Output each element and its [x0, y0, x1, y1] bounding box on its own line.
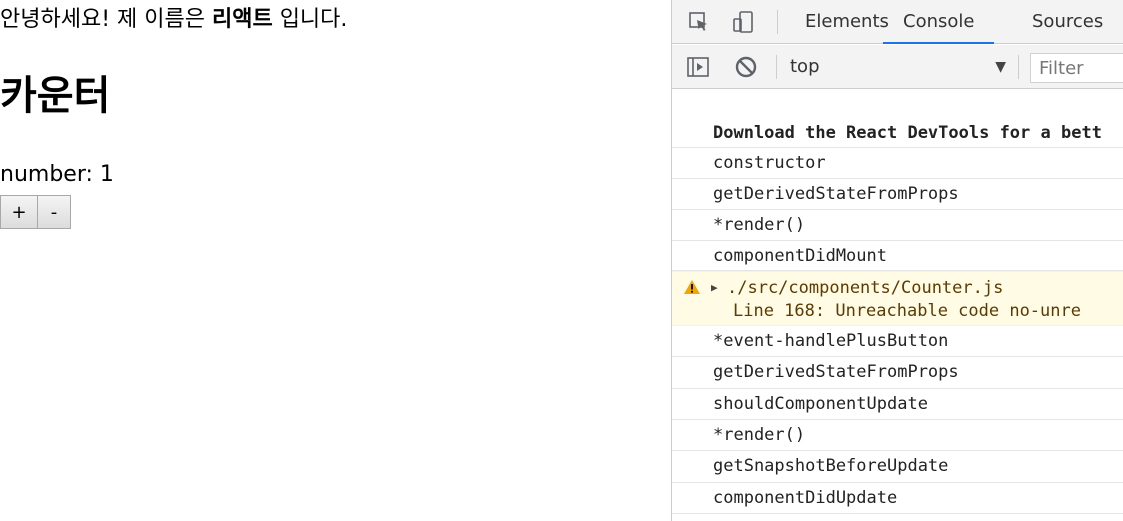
devtools-toolbar: Elements Console Sources — [672, 0, 1123, 44]
clear-console-icon[interactable] — [733, 54, 759, 80]
tab-console[interactable]: Console — [883, 0, 995, 44]
context-value: top — [790, 56, 820, 77]
console-filter-bar: top ▼ — [672, 45, 1123, 89]
console-message: *render() — [672, 420, 1123, 451]
greeting-prefix: 안녕하세요! 제 이름은 — [0, 7, 212, 32]
devtools-panel: Elements Console Sources top ▼ Download … — [671, 0, 1123, 521]
console-message: getDerivedStateFromProps — [672, 179, 1123, 210]
greeting-name: 리액트 — [211, 7, 273, 32]
show-sidebar-icon[interactable] — [685, 54, 711, 80]
console-message: componentDidMount — [672, 241, 1123, 271]
app-page: 안녕하세요! 제 이름은 리액트 입니다. 카운터 number: 1 + - — [0, 0, 671, 521]
console-message: componentDidUpdate — [672, 483, 1123, 514]
warning-file-path: ./src/components/Counter.js — [727, 278, 1004, 298]
console-message: getSnapshotBeforeUpdate — [672, 451, 1123, 483]
context-divider — [1018, 55, 1019, 79]
console-message: Download the React DevTools for a bett — [672, 120, 1123, 148]
number-display: number: 1 — [0, 160, 114, 190]
device-toolbar-icon[interactable] — [730, 9, 756, 35]
console-message: getDerivedStateFromProps — [672, 357, 1123, 389]
console-filter-input[interactable] — [1030, 53, 1123, 83]
console-message: *render() — [672, 210, 1123, 241]
tab-sources[interactable]: Sources — [1032, 0, 1103, 44]
greeting-suffix: 입니다. — [272, 7, 348, 32]
counter-title: 카운터 — [0, 73, 111, 119]
console-warning[interactable]: ▶ ./src/components/Counter.js Line 168: U… — [672, 271, 1123, 326]
plus-button[interactable]: + — [0, 195, 38, 229]
warning-detail: Line 168: Unreachable code no-unre — [733, 301, 1081, 321]
toolbar-divider — [777, 10, 778, 34]
console-message: constructor — [672, 148, 1123, 179]
console-message: *event-handlePlusButton — [672, 326, 1123, 357]
number-label: number: — [0, 162, 100, 187]
counter-buttons: + - — [0, 195, 71, 229]
console-message: shouldComponentUpdate — [672, 389, 1123, 420]
expand-triangle-icon[interactable]: ▶ — [711, 276, 727, 299]
filter-divider — [776, 55, 777, 79]
warning-icon — [683, 279, 701, 302]
minus-button[interactable]: - — [37, 195, 71, 229]
console-output: Download the React DevTools for a bett c… — [672, 90, 1123, 521]
number-value: 1 — [99, 162, 114, 187]
dropdown-caret-icon: ▼ — [995, 59, 1006, 75]
tab-elements[interactable]: Elements — [805, 0, 889, 44]
greeting-text: 안녕하세요! 제 이름은 리액트 입니다. — [0, 5, 347, 35]
context-selector[interactable]: top ▼ — [790, 53, 1006, 81]
inspect-element-icon[interactable] — [686, 9, 712, 35]
